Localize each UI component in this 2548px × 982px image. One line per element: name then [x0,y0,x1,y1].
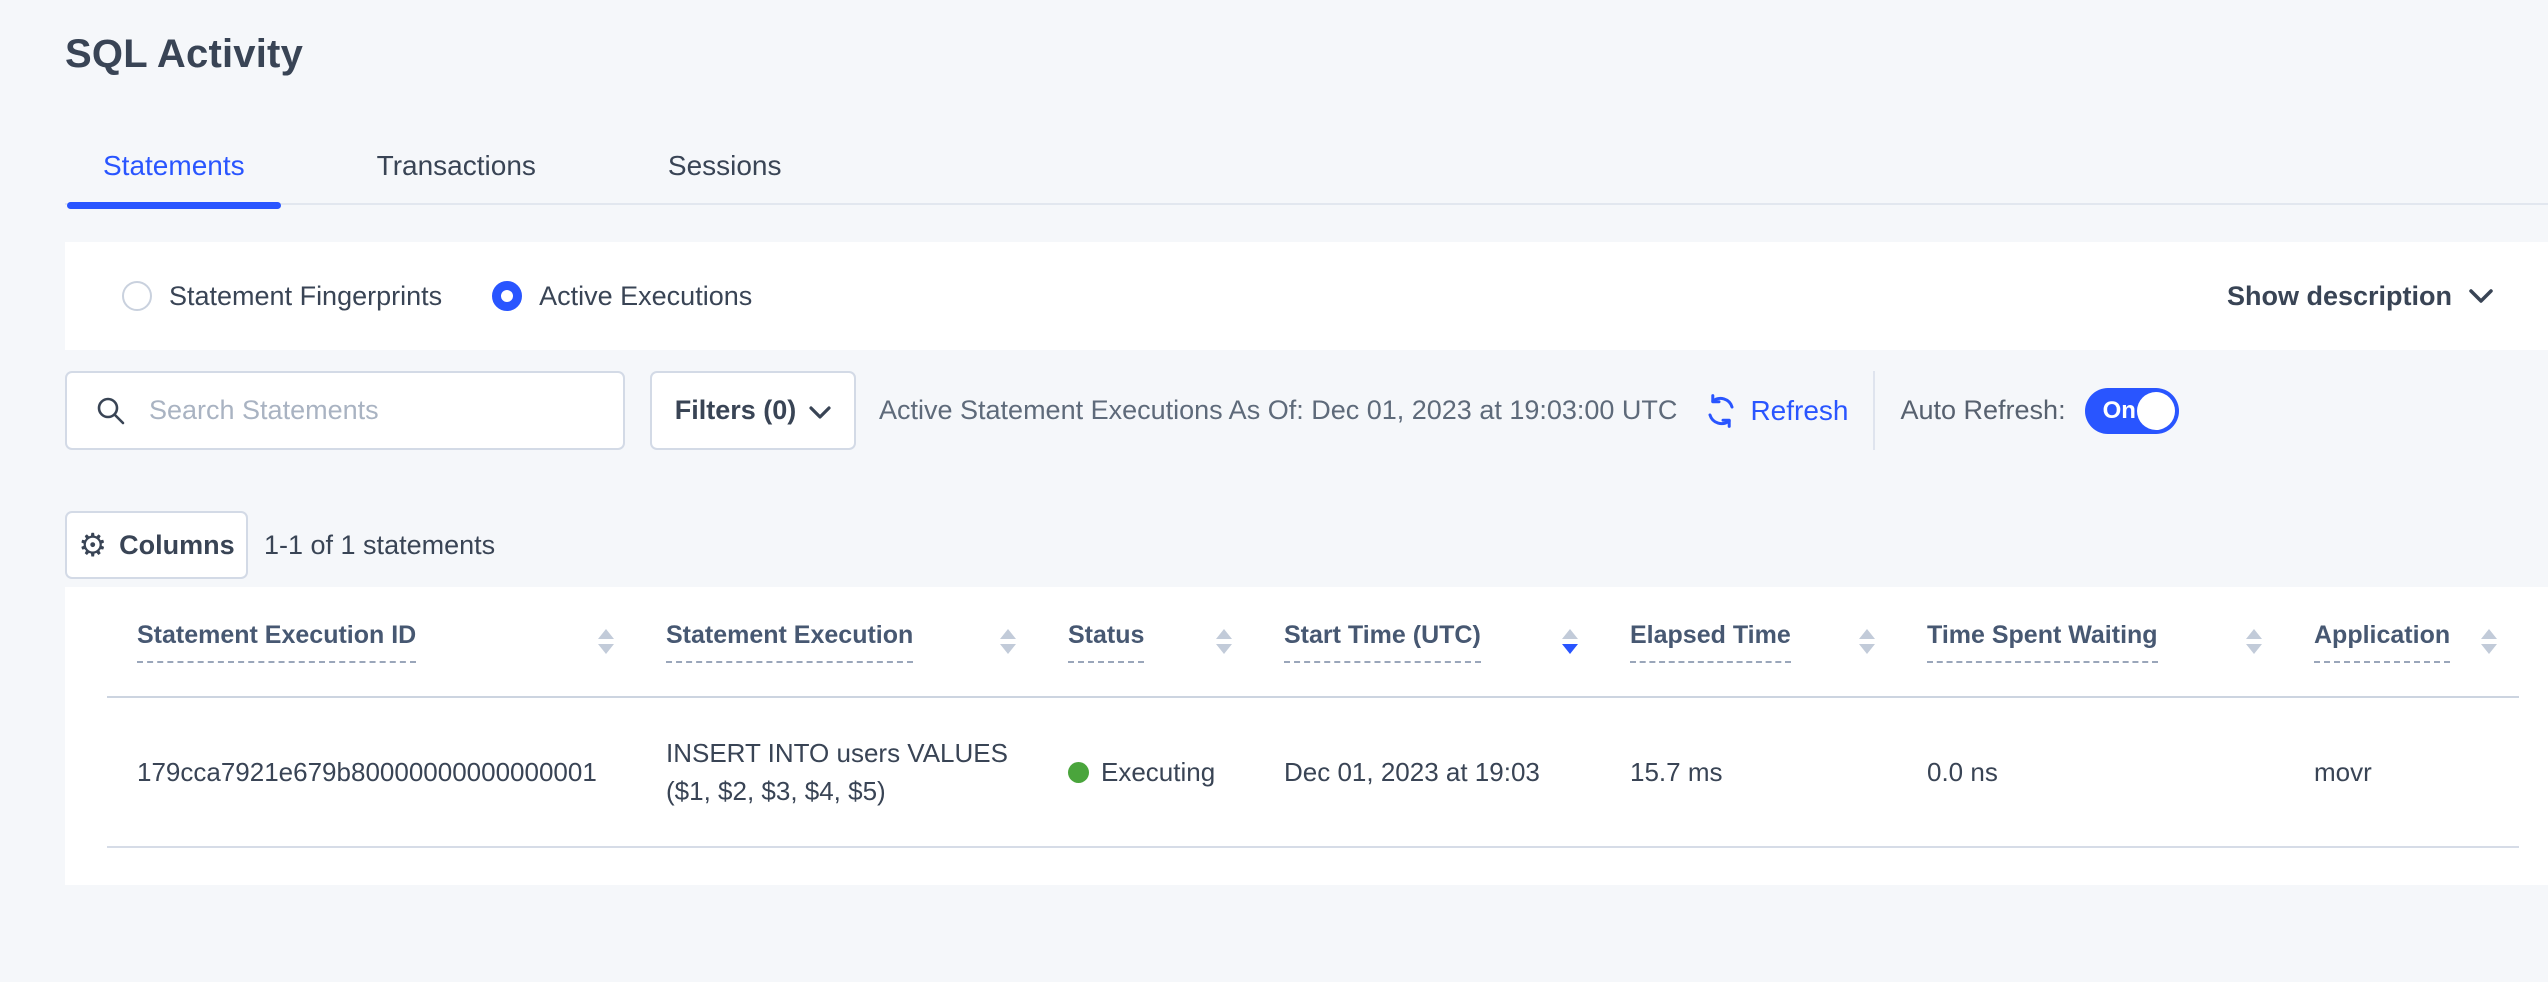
gear-icon: ⚙ [78,529,107,561]
auto-refresh-toggle[interactable]: On [2085,388,2179,434]
statement-link[interactable]: INSERT INTO users VALUES ($1, $2, $3, $4… [666,734,1038,810]
header-application[interactable]: Application [2284,587,2519,697]
cell-start-time: Dec 01, 2023 at 19:03 [1254,697,1600,847]
as-of-timestamp: Active Statement Executions As Of: Dec 0… [879,395,1677,426]
status-executing-icon [1068,762,1089,783]
tab-transactions[interactable]: Transactions [339,128,574,204]
filters-button[interactable]: Filters (0) [650,371,856,450]
radio-selected-icon[interactable] [492,281,522,311]
header-elapsed-time[interactable]: Elapsed Time [1600,587,1897,697]
header-statement-execution[interactable]: Statement Execution [636,587,1038,697]
table-controls: ⚙ Columns 1-1 of 1 statements [65,511,2548,579]
radio-label: Statement Fingerprints [169,281,442,312]
auto-refresh-label: Auto Refresh: [1900,395,2065,426]
header-status[interactable]: Status [1038,587,1254,697]
refresh-icon [1703,393,1739,429]
radio-label: Active Executions [539,281,752,312]
table-header-row: Statement Execution ID Statement Executi… [107,587,2519,697]
radio-unselected-icon[interactable] [122,281,152,311]
page-title: SQL Activity [65,0,2548,77]
header-start-time[interactable]: Start Time (UTC) [1254,587,1600,697]
table-row: 179cca7921e679b80000000000000001 INSERT … [107,697,2519,847]
tab-bar: Statements Transactions Sessions [65,129,2548,205]
refresh-button[interactable]: Refresh [1703,371,1848,450]
radio-active-executions[interactable]: Active Executions [492,281,752,312]
sort-icon[interactable] [2481,629,2497,654]
refresh-label: Refresh [1750,395,1848,427]
sort-icon[interactable] [1859,629,1875,654]
cell-application: movr [2284,697,2519,847]
statements-table-panel: Statement Execution ID Statement Executi… [65,587,2548,885]
cell-elapsed-time: 15.7 ms [1600,697,1897,847]
toggle-state-label: On [2103,397,2136,425]
search-input[interactable] [149,395,589,426]
sort-icon[interactable] [2246,629,2262,654]
cell-execution-id: 179cca7921e679b80000000000000001 [107,697,636,847]
cell-statement-execution[interactable]: INSERT INTO users VALUES ($1, $2, $3, $4… [636,697,1038,847]
toolbar: Filters (0) Active Statement Executions … [65,371,2548,450]
sort-icon[interactable] [1216,629,1232,654]
search-box[interactable] [65,371,625,450]
statements-table: Statement Execution ID Statement Executi… [107,587,2519,848]
results-count: 1-1 of 1 statements [264,530,495,561]
header-time-spent-waiting[interactable]: Time Spent Waiting [1897,587,2284,697]
chevron-down-icon [809,405,831,420]
cell-time-spent-waiting: 0.0 ns [1897,697,2284,847]
radio-statement-fingerprints[interactable]: Statement Fingerprints [122,281,442,312]
sql-activity-page: SQL Activity Statements Transactions Ses… [65,0,2548,885]
tab-sessions[interactable]: Sessions [630,128,820,204]
toolbar-divider [1873,371,1875,450]
tab-statements[interactable]: Statements [65,128,283,204]
show-description-toggle[interactable]: Show description [2227,281,2494,312]
status-label: Executing [1101,757,1215,788]
toggle-knob[interactable] [2137,392,2175,430]
columns-label: Columns [119,530,235,561]
view-mode-panel: Statement Fingerprints Active Executions… [65,242,2548,350]
sort-icon[interactable] [1000,629,1016,654]
sort-icon[interactable] [598,629,614,654]
sort-icon-active-desc[interactable] [1562,629,1578,654]
chevron-down-icon [2468,287,2494,305]
filters-label: Filters (0) [675,395,797,426]
header-statement-execution-id[interactable]: Statement Execution ID [107,587,636,697]
search-icon [95,395,127,427]
columns-button[interactable]: ⚙ Columns [65,511,248,579]
show-description-label: Show description [2227,281,2452,312]
cell-status: Executing [1038,697,1254,847]
